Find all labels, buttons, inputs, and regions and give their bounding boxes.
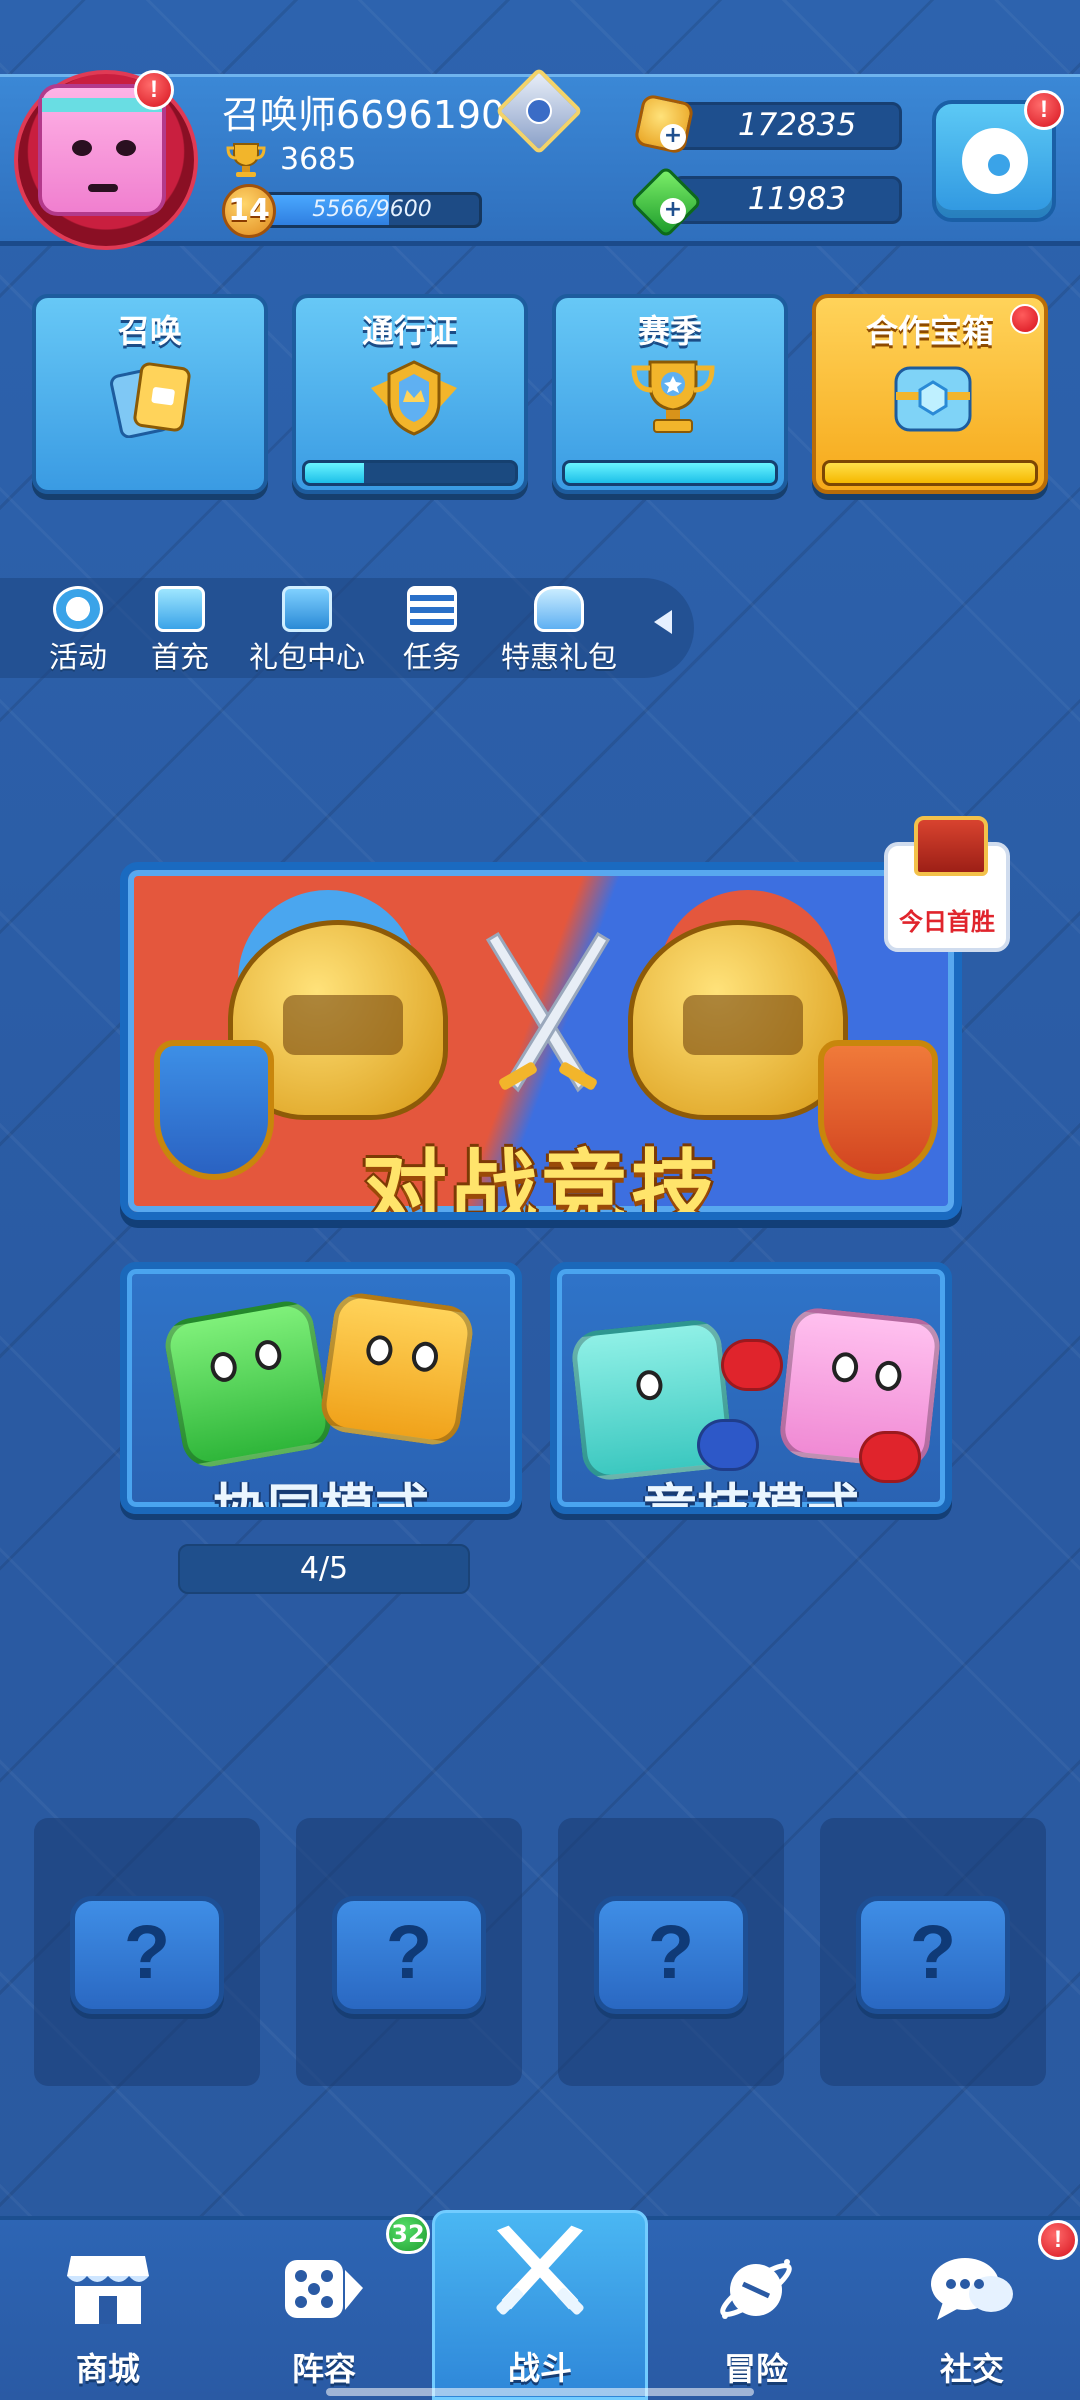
treasure-chest-icon: [894, 366, 972, 432]
question-mark-icon: ?: [909, 1910, 957, 1995]
gift-icon: [155, 586, 205, 632]
checklist-icon: [407, 586, 457, 632]
bag-icon: [534, 586, 584, 632]
question-mark-icon: ?: [123, 1910, 171, 1995]
username: 召唤师6696190: [222, 93, 506, 137]
mystery-slot-3[interactable]: ?: [558, 1818, 784, 2086]
gift-box-icon: [282, 586, 332, 632]
nav-item-shop[interactable]: 商城: [0, 2228, 216, 2400]
summon-card[interactable]: 召唤: [32, 294, 268, 494]
activity-item-gift-center[interactable]: 礼包中心: [242, 586, 372, 676]
mystery-slot-1[interactable]: ?: [34, 1818, 260, 2086]
gold-amount: 172835: [672, 102, 902, 150]
mystery-slot-4[interactable]: ?: [820, 1818, 1046, 2086]
cards-icon: [110, 362, 191, 438]
coop-chest-progress-fill: [825, 463, 1035, 483]
activity-item-special-pack[interactable]: 特惠礼包: [494, 586, 624, 676]
pass-card[interactable]: 通行证: [292, 294, 528, 494]
coop-mode-title: 协同模式: [213, 1478, 429, 1514]
first-win-bonus-badge[interactable]: 今日首胜: [884, 816, 1010, 952]
add-gems-icon[interactable]: +: [660, 198, 686, 224]
avatar-alert-badge: !: [134, 70, 174, 110]
activity-label: 礼包中心: [248, 640, 365, 674]
crossed-swords-icon: [485, 931, 611, 1093]
gear-icon: [962, 128, 1028, 194]
battle-arena-title: 对战竞技: [361, 1141, 721, 1220]
battle-arena-banner[interactable]: 对战竞技: [120, 862, 962, 1220]
season-progress-fill: [565, 463, 775, 483]
season-card[interactable]: 赛季: [552, 294, 788, 494]
nav-label-social: 社交: [939, 2350, 1004, 2388]
activity-item-first-recharge[interactable]: 首充: [138, 586, 222, 676]
nav-label-lineup: 阵容: [291, 2350, 356, 2388]
nav-label-adventure: 冒险: [723, 2350, 788, 2388]
collapse-arrow-icon[interactable]: [654, 610, 672, 634]
nav-item-battle[interactable]: 战斗: [432, 2210, 648, 2400]
trophy-icon: [226, 143, 266, 177]
activity-label: 任务: [402, 640, 461, 674]
dice-icon: [285, 2260, 363, 2318]
green-dice-character: [161, 1297, 335, 1471]
pvp-mode-button[interactable]: 竞技模式: [550, 1262, 952, 1514]
nav-label-battle: 战斗: [507, 2349, 572, 2387]
level-badge: 14: [222, 184, 276, 238]
summon-card-title: 召唤: [117, 312, 182, 350]
xp-progress-bar: 5566/9600: [262, 192, 482, 228]
shop-icon: [67, 2256, 149, 2324]
nav-item-lineup[interactable]: 阵容: [216, 2228, 432, 2400]
yellow-dice-character: [317, 1289, 477, 1449]
question-mark-icon: ?: [647, 1910, 695, 1995]
system-home-indicator[interactable]: [326, 2388, 754, 2396]
chest-icon: [914, 816, 988, 876]
crown-badge-icon: [53, 586, 103, 632]
add-gold-icon[interactable]: +: [660, 124, 686, 150]
season-progress-bar: [562, 460, 778, 486]
settings-alert-badge: !: [1024, 90, 1064, 130]
trophy-cup-icon: [631, 360, 715, 433]
first-win-label: 今日首胜: [899, 908, 995, 936]
activity-label: 首充: [150, 640, 209, 674]
blue-boxing-glove-icon: [697, 1419, 759, 1471]
pass-card-title: 通行证: [361, 312, 458, 350]
trophy-count: 3685: [280, 142, 357, 177]
xp-text: 5566/9600: [312, 197, 432, 222]
activity-item-tasks[interactable]: 任务: [392, 586, 472, 676]
chat-bubbles-icon: [931, 2258, 1013, 2320]
mystery-slot-2[interactable]: ?: [296, 1818, 522, 2086]
season-card-title: 赛季: [637, 312, 702, 350]
lineup-count-badge: 32: [386, 2214, 430, 2254]
pvp-mode-title: 竞技模式: [643, 1478, 859, 1514]
coop-chest-card-title: 合作宝箱: [865, 312, 994, 350]
coop-mode-button[interactable]: 协同模式: [120, 1262, 522, 1514]
activity-label: 活动: [48, 640, 107, 674]
activity-item-events[interactable]: 活动: [38, 586, 118, 676]
crown-shield-icon: [371, 360, 457, 436]
social-alert-badge: !: [1038, 2220, 1078, 2260]
gem-amount: 11983: [672, 176, 902, 224]
pass-progress-bar: [302, 460, 518, 486]
red-boxing-glove-icon: [721, 1339, 783, 1391]
activity-label: 特惠礼包: [500, 640, 617, 674]
coop-mode-progress: 4/5: [178, 1544, 470, 1594]
crossed-swords-icon: [496, 2225, 584, 2315]
pass-progress-fill: [305, 463, 364, 483]
coop-chest-progress-bar: [822, 460, 1038, 486]
coop-chest-red-dot: [1010, 304, 1040, 334]
nav-label-shop: 商城: [75, 2350, 140, 2388]
question-mark-icon: ?: [385, 1910, 433, 1995]
nav-item-adventure[interactable]: 冒险: [648, 2228, 864, 2400]
planet-icon: [720, 2259, 792, 2319]
